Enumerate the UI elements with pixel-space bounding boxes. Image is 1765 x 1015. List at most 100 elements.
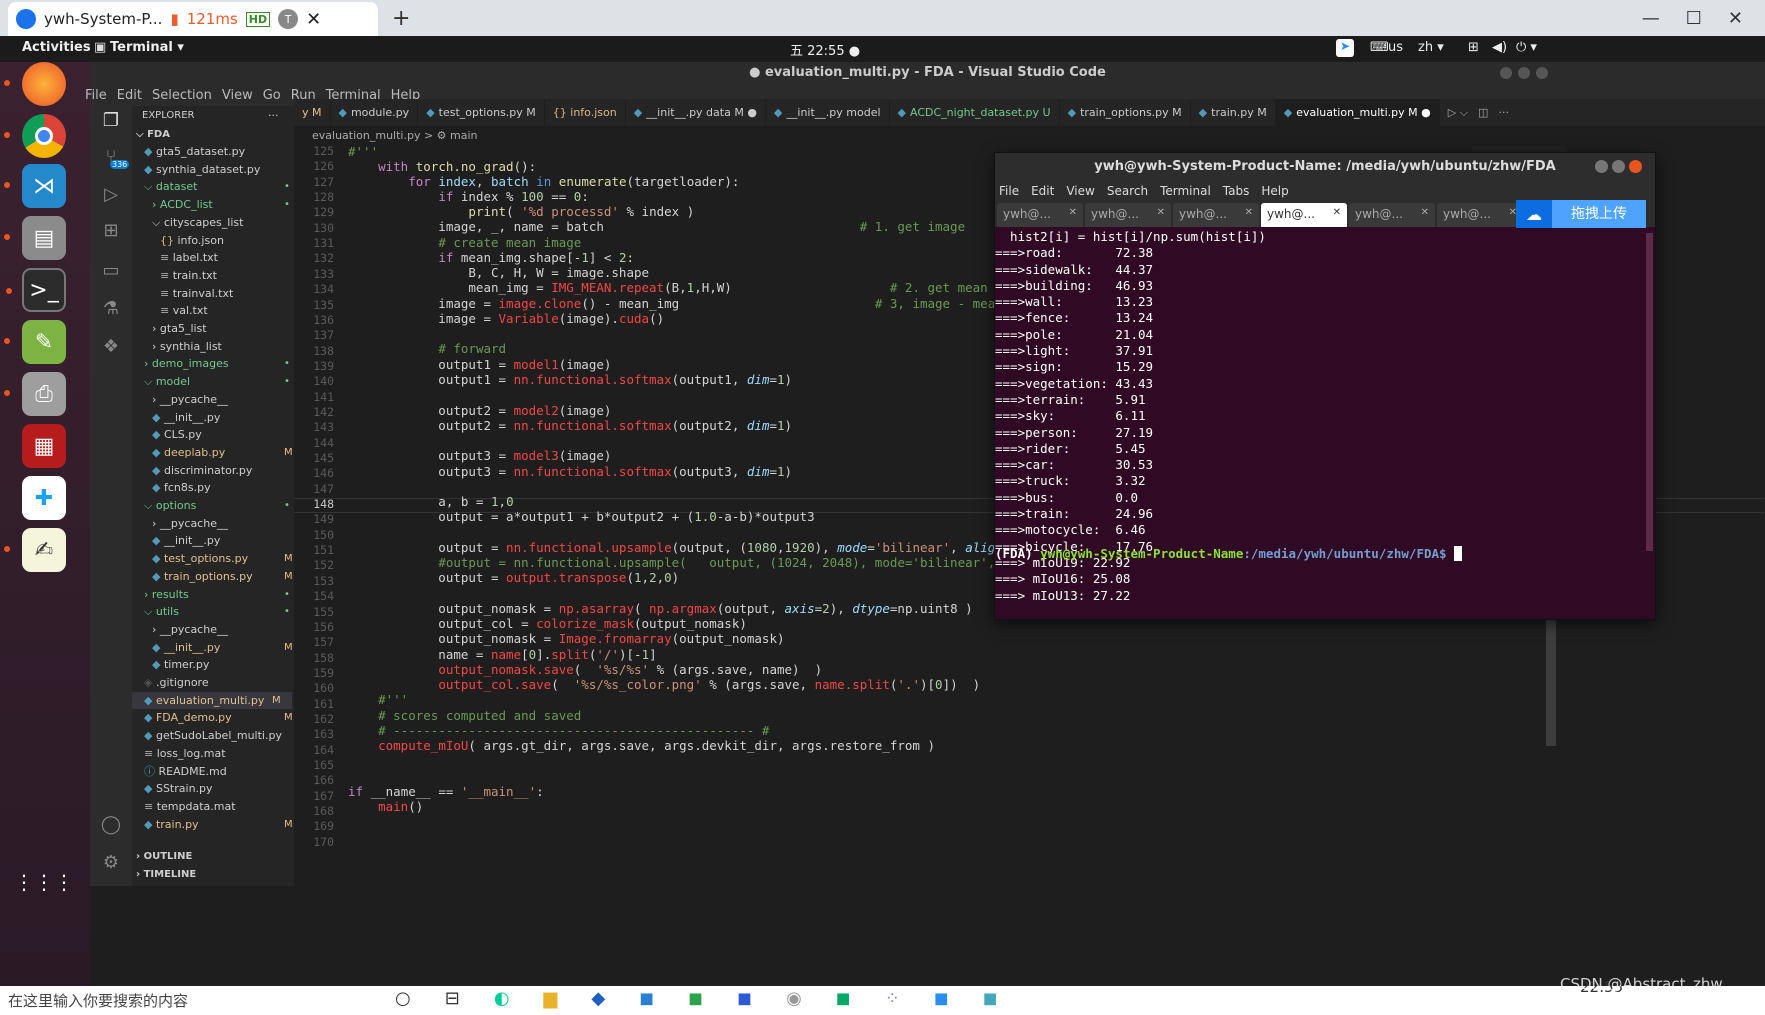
tab-train-py[interactable]: ◆ train.py M — [1191, 99, 1276, 126]
timeline-section[interactable]: › TIMELINE — [136, 869, 196, 880]
activities-button[interactable]: Activities — [22, 40, 91, 55]
file-item[interactable]: ≡ loss_log.mat — [144, 745, 226, 762]
power-icon[interactable]: ⏻ ▾ — [1516, 40, 1537, 55]
menu-view[interactable]: View — [217, 88, 258, 103]
folder-item[interactable]: › __pycache__ — [152, 621, 228, 638]
split-editor-icon[interactable]: ◫ — [1478, 106, 1488, 119]
terminal-menu-view[interactable]: View — [1066, 184, 1094, 198]
firefox-icon[interactable] — [4, 62, 66, 106]
file-item[interactable]: ⓘ README.md — [144, 763, 227, 780]
search-icon[interactable]: ○ — [395, 988, 411, 1009]
remote-session-tab[interactable]: ywh-System-P... ▮ 121ms HD T ✕ — [8, 2, 378, 36]
account-icon[interactable]: ◯ — [98, 814, 124, 836]
terminal-tab[interactable]: ywh@... ✕ — [1085, 203, 1171, 227]
run-debug-icon[interactable]: ▷ — [98, 184, 124, 206]
terminal-scrollbar[interactable] — [1646, 233, 1653, 551]
tray-app-icon[interactable]: ➤ — [1336, 39, 1354, 57]
clock[interactable]: 五 22:55 ● — [790, 40, 860, 59]
close-icon[interactable] — [1536, 67, 1548, 79]
terminal-menu-terminal[interactable]: Terminal — [1160, 184, 1211, 198]
app-icon[interactable]: ◼ — [983, 988, 998, 1009]
network-icon[interactable]: ⊞ — [1468, 40, 1479, 55]
file-item[interactable]: ◆ discriminator.py — [152, 462, 252, 479]
keyboard-icon[interactable]: ⌨ — [1370, 40, 1389, 55]
file-item[interactable]: ◆ CLS.py — [152, 426, 202, 443]
upload-widget[interactable]: ☁ 拖拽上传 — [1516, 200, 1646, 228]
terminal-menu-tabs[interactable]: Tabs — [1223, 184, 1250, 198]
folder-item[interactable]: ⌵ model • — [144, 373, 290, 390]
text-editor-icon[interactable]: ✍ — [4, 528, 66, 572]
tab-test-options[interactable]: ◆ test_options.py M — [418, 99, 545, 126]
app-icon[interactable]: ◉ — [786, 988, 802, 1009]
file-item[interactable]: ◆ FDA_demo.py M — [144, 709, 293, 726]
menu-edit[interactable]: Edit — [112, 88, 147, 103]
file-item[interactable]: ◆ __init__.py — [152, 409, 220, 426]
terminal-dock-icon[interactable]: >_ — [6, 268, 66, 312]
file-item[interactable]: ≡ train.txt — [160, 267, 217, 284]
file-item[interactable]: ◆ getSudoLabel_multi.py — [144, 727, 282, 744]
terminal-tab[interactable]: ywh@... ✕ — [997, 203, 1083, 227]
tab-init-data[interactable]: ◆ __init__.py data M ● — [626, 99, 766, 126]
hd-badge[interactable]: HD — [245, 11, 271, 27]
maximize-icon[interactable] — [1612, 160, 1625, 173]
close-tab-icon[interactable]: ✕ — [1157, 207, 1165, 218]
folder-item[interactable]: › __pycache__ — [152, 515, 228, 532]
app-icon[interactable]: ◼ — [688, 988, 703, 1009]
close-tab-icon[interactable]: ✕ — [1245, 207, 1253, 218]
volume-icon[interactable]: ◀) — [1492, 40, 1507, 55]
python-icon[interactable]: ❖ — [98, 336, 124, 358]
folder-item[interactable]: › ACDC_list • — [152, 196, 290, 213]
breadcrumb[interactable]: evaluation_multi.py > ⚙ main — [294, 126, 1765, 146]
file-item[interactable]: ◆ timer.py — [152, 656, 209, 673]
close-tab-icon[interactable]: ✕ — [306, 9, 321, 30]
taskbar-search-input[interactable]: 在这里输入你要搜索的内容 — [8, 990, 188, 1011]
feishu-icon[interactable]: ✚ — [22, 476, 66, 520]
show-apps-icon[interactable]: ⋮⋮⋮ — [14, 860, 74, 904]
folder-item[interactable]: ⌵ cityscapes_list — [152, 214, 243, 231]
file-item[interactable]: ◆ test_options.py M — [152, 550, 293, 567]
file-item[interactable]: ≡ trainval.txt — [160, 285, 233, 302]
outline-section[interactable]: › OUTLINE — [136, 851, 192, 862]
language-menu[interactable]: zh ▾ — [1418, 40, 1444, 55]
tab-evaluation-multi[interactable]: ◆ evaluation_multi.py M ● — [1275, 99, 1440, 126]
input-method[interactable]: us — [1388, 40, 1403, 55]
scanner-icon[interactable]: ⎙ — [4, 372, 66, 416]
testing-icon[interactable]: ⚗ — [98, 298, 124, 320]
close-icon[interactable] — [1629, 160, 1642, 173]
editor-more-icon[interactable]: ··· — [1498, 106, 1509, 119]
folder-icon[interactable]: ▆ — [544, 988, 558, 1009]
file-item[interactable]: ◆ SStrain.py — [144, 780, 213, 797]
terminal-tab[interactable]: ywh@... ✕ — [1349, 203, 1435, 227]
close-icon[interactable]: ✕ — [1728, 8, 1743, 29]
terminal-tab[interactable]: ywh@... ✕ — [1437, 203, 1523, 227]
terminal-menu-search[interactable]: Search — [1107, 184, 1148, 198]
maximize-icon[interactable] — [1518, 67, 1530, 79]
explorer-icon[interactable]: ❐ — [98, 110, 124, 132]
file-item[interactable]: ◆ fcn8s.py — [152, 479, 211, 496]
menu-selection[interactable]: Selection — [147, 88, 217, 103]
file-item[interactable]: ◆ evaluation_multi.py M — [132, 691, 292, 709]
tab-acdc-night[interactable]: ◆ ACDC_night_dataset.py U — [890, 99, 1060, 126]
folder-item[interactable]: › gta5_list — [152, 320, 207, 337]
image-viewer-icon[interactable]: ✎ — [4, 320, 66, 364]
file-item[interactable]: ◆ gta5_dataset.py — [144, 143, 245, 160]
app-icon[interactable]: ◼ — [934, 988, 949, 1009]
tab-module-py[interactable]: ◆ module.py — [331, 99, 419, 126]
maximize-icon[interactable]: ☐ — [1686, 8, 1702, 29]
folder-item[interactable]: › synthia_list — [152, 338, 222, 355]
tab-y[interactable]: y M — [294, 99, 331, 126]
tab-info-json[interactable]: {} info.json — [545, 99, 626, 126]
file-item[interactable]: ≡ label.txt — [160, 249, 218, 266]
t-badge[interactable]: T — [278, 9, 299, 29]
extensions-icon[interactable]: ⊞ — [98, 220, 124, 242]
close-tab-icon[interactable]: ✕ — [1421, 207, 1429, 218]
minimize-icon[interactable] — [1500, 67, 1512, 79]
file-item[interactable]: ◈ .gitignore — [144, 674, 209, 691]
mail-icon[interactable]: ◆ — [591, 988, 605, 1009]
folder-item[interactable]: › results • — [144, 586, 290, 603]
terminal-menu-edit[interactable]: Edit — [1031, 184, 1054, 198]
remote-explorer-icon[interactable]: ▭ — [98, 260, 124, 282]
vscode-taskbar-icon[interactable]: ◼ — [639, 988, 654, 1009]
file-item[interactable]: ◆ __init__.py M — [152, 639, 293, 656]
file-item[interactable]: ≡ val.txt — [160, 302, 208, 319]
